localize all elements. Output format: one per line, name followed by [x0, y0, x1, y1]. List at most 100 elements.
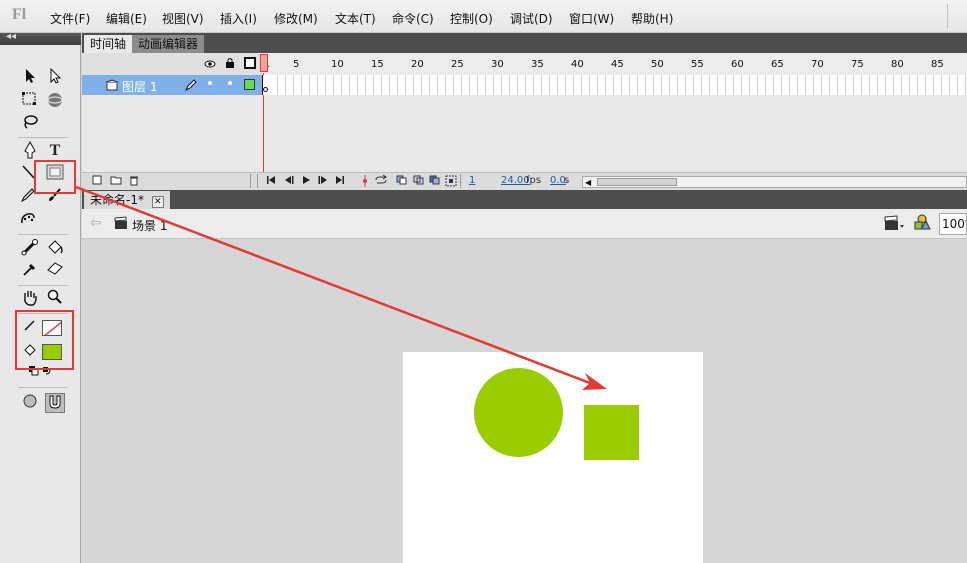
menu-control[interactable]: 控制(O) — [450, 10, 493, 27]
tab-timeline[interactable]: 时间轴 — [84, 35, 133, 53]
tool-divider — [18, 387, 68, 388]
tab-motion-editor[interactable]: 动画编辑器 — [132, 35, 205, 53]
frame-number: 10 — [331, 59, 344, 70]
deco-tool-icon[interactable] — [18, 210, 38, 230]
layer-name[interactable]: 图层 1 — [122, 78, 157, 95]
green-square-shape[interactable] — [584, 405, 639, 460]
lock-dot[interactable] — [228, 81, 232, 85]
frame-number: 20 — [411, 59, 424, 70]
timeline-tab-bar: 时间轴 动画编辑器 — [82, 33, 967, 53]
scrollbar-thumb[interactable] — [597, 178, 677, 186]
edit-scene-icon[interactable] — [884, 215, 906, 234]
menu-bar: Fl 文件(F) 编辑(E) 视图(V) 插入(I) 修改(M) 文本(T) 命… — [0, 0, 967, 33]
eraser-tool-icon[interactable] — [45, 261, 65, 281]
tools-panel-header[interactable]: ◂◂ — [0, 31, 81, 45]
frame-number: 55 — [691, 59, 704, 70]
onion-skin-outlines-icon[interactable] — [413, 175, 425, 188]
empty-keyframe-dot — [263, 87, 268, 92]
free-transform-tool-icon[interactable] — [20, 91, 40, 111]
scroll-left-icon[interactable]: ◀ — [585, 178, 591, 187]
bone-tool-icon[interactable] — [20, 238, 40, 258]
loop-icon[interactable] — [373, 174, 389, 188]
eye-icon[interactable] — [204, 58, 216, 72]
frame-number: 75 — [851, 59, 864, 70]
snap-to-objects-icon[interactable] — [45, 393, 65, 413]
outline-icon[interactable] — [244, 57, 256, 72]
go-to-last-frame-icon[interactable] — [335, 175, 345, 188]
edit-symbols-icon[interactable] — [912, 214, 934, 235]
menu-modify[interactable]: 修改(M) — [274, 10, 318, 27]
document-title: 未命名-1* — [90, 193, 144, 207]
frame-number: 80 — [891, 59, 904, 70]
frame-number: 70 — [811, 59, 824, 70]
zoom-tool-icon[interactable] — [45, 289, 65, 309]
layer-frames[interactable] — [262, 75, 967, 95]
frame-number: 45 — [611, 59, 624, 70]
close-icon[interactable]: ✕ — [151, 196, 164, 208]
onion-skin-icon[interactable] — [396, 175, 408, 188]
scene-bar: ⇦ 场景 1 100% — [82, 209, 967, 239]
green-circle-shape[interactable] — [474, 368, 563, 457]
menu-help[interactable]: 帮助(H) — [631, 10, 673, 27]
tool-divider — [18, 285, 68, 286]
tool-divider — [18, 137, 68, 138]
text-tool-icon[interactable]: T — [45, 141, 65, 161]
keyframe[interactable] — [262, 75, 270, 95]
new-folder-icon[interactable] — [110, 175, 122, 188]
eyedropper-tool-icon[interactable] — [20, 261, 40, 281]
modify-markers-icon[interactable] — [445, 175, 457, 190]
collapse-icon[interactable]: ◂◂ — [6, 31, 16, 42]
menu-text[interactable]: 文本(T) — [335, 10, 376, 27]
menubar-divider — [947, 4, 961, 28]
frame-number: 15 — [371, 59, 384, 70]
selection-tool-icon[interactable] — [20, 68, 40, 88]
timeline-panel: 时间轴 动画编辑器 1 5 10 15 20 25 30 35 40 45 50… — [82, 33, 967, 190]
menu-insert[interactable]: 插入(I) — [220, 10, 257, 27]
hand-tool-icon[interactable] — [20, 289, 40, 309]
current-frame-value[interactable]: 1 — [469, 175, 475, 186]
color-swatch-highlight — [15, 310, 74, 370]
timeline-status-bar: 1 24.00 fps 0.0 s ◀ — [82, 172, 967, 190]
zoom-input[interactable]: 100% — [939, 213, 967, 235]
menu-debug[interactable]: 调试(D) — [510, 10, 553, 27]
paint-bucket-tool-icon[interactable] — [45, 238, 65, 258]
frame-number: 5 — [293, 59, 300, 70]
menu-commands[interactable]: 命令(C) — [392, 10, 434, 27]
visibility-dot[interactable] — [208, 81, 212, 85]
frame-number: 65 — [771, 59, 784, 70]
panel-grip[interactable] — [250, 174, 258, 188]
lock-icon[interactable] — [225, 57, 235, 72]
go-to-first-frame-icon[interactable] — [266, 175, 276, 188]
center-frame-icon[interactable] — [360, 175, 370, 190]
time-unit: s — [564, 175, 570, 186]
back-arrow-icon[interactable]: ⇦ — [90, 215, 102, 231]
frame-ruler[interactable]: 1 5 10 15 20 25 30 35 40 45 50 55 60 65 … — [262, 53, 967, 75]
frame-number: 30 — [491, 59, 504, 70]
menu-edit[interactable]: 编辑(E) — [106, 10, 147, 27]
menu-window[interactable]: 窗口(W) — [569, 10, 614, 27]
lasso-tool-icon[interactable] — [20, 114, 40, 134]
edit-multiple-frames-icon[interactable] — [429, 175, 441, 188]
pen-tool-icon[interactable] — [20, 140, 40, 161]
step-forward-icon[interactable] — [318, 175, 328, 188]
timeline-scrollbar[interactable]: ◀ — [582, 176, 967, 188]
subselection-tool-icon[interactable] — [45, 67, 65, 88]
document-tab[interactable]: 未命名-1* ✕ — [84, 191, 170, 209]
frame-number: 50 — [651, 59, 664, 70]
play-icon[interactable] — [301, 175, 311, 188]
new-layer-icon[interactable] — [92, 175, 102, 188]
playhead[interactable] — [260, 54, 268, 72]
object-drawing-icon[interactable] — [20, 393, 40, 413]
delete-layer-icon[interactable] — [129, 175, 139, 189]
frame-number: 85 — [931, 59, 944, 70]
scene-label[interactable]: 场景 1 — [132, 217, 167, 234]
menu-file[interactable]: 文件(F) — [50, 10, 90, 27]
step-back-icon[interactable] — [284, 175, 294, 188]
menu-view[interactable]: 视图(V) — [162, 10, 204, 27]
outline-color-swatch[interactable] — [244, 79, 255, 90]
layer-row[interactable]: 图层 1 — [82, 75, 262, 95]
fps-unit: fps — [526, 175, 542, 186]
3d-rotation-tool-icon[interactable] — [45, 91, 65, 111]
layer-icon — [106, 79, 118, 94]
flash-logo-icon: Fl — [12, 6, 27, 23]
